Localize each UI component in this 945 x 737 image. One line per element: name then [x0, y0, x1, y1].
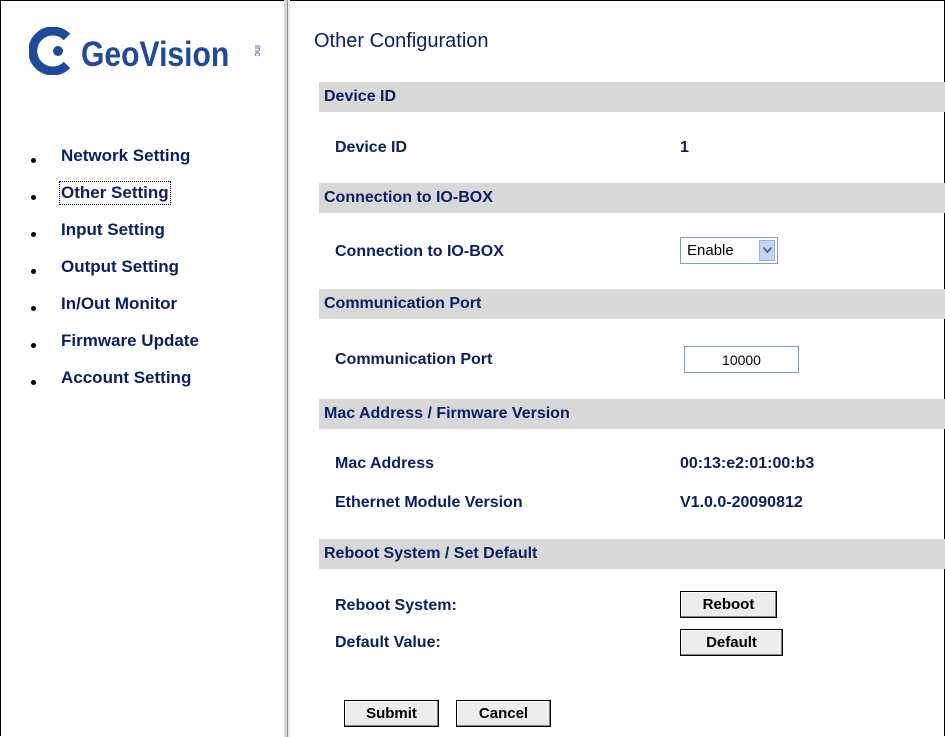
reboot-system-label: Reboot System:: [335, 597, 457, 614]
bullet-icon: [31, 158, 36, 163]
geovision-logo: GeoVision inc: [29, 27, 269, 77]
mac-address-value: 00:13:e2:01:00:b3: [680, 455, 815, 472]
section-title: Device ID: [324, 88, 397, 105]
bullet-icon: [31, 232, 36, 237]
sidebar-item-label[interactable]: Output Setting: [61, 257, 179, 277]
bullet-icon: [31, 269, 36, 274]
submit-button[interactable]: Submit: [344, 700, 439, 727]
io-box-label: Connection to IO-BOX: [335, 243, 504, 260]
sidebar-item-label[interactable]: Other Setting: [59, 181, 171, 205]
default-value-label: Default Value:: [335, 634, 441, 651]
section-title: Communication Port: [324, 295, 482, 312]
sidebar-item-label[interactable]: Network Setting: [61, 146, 190, 166]
reboot-button[interactable]: Reboot: [680, 591, 777, 618]
io-box-select[interactable]: Enable: [680, 237, 778, 264]
sidebar-item-label[interactable]: Account Setting: [61, 368, 191, 388]
sidebar: GeoVision inc Network Setting Other Sett…: [1, 1, 284, 737]
section-title: Mac Address / Firmware Version: [324, 405, 570, 422]
bullet-icon: [31, 380, 36, 385]
sidebar-item-label[interactable]: Firmware Update: [61, 331, 199, 351]
section-header-reboot-default: Reboot System / Set Default: [319, 539, 945, 569]
bullet-icon: [31, 343, 36, 348]
section-title: Reboot System / Set Default: [324, 545, 538, 562]
chevron-down-icon[interactable]: [759, 240, 775, 261]
section-header-device-id: Device ID: [319, 82, 945, 112]
cancel-button[interactable]: Cancel: [456, 700, 551, 727]
device-id-value: 1: [680, 139, 689, 156]
sidebar-item-label[interactable]: In/Out Monitor: [61, 294, 177, 314]
mac-address-label: Mac Address: [335, 455, 434, 472]
io-box-selected-value: Enable: [687, 242, 734, 259]
communication-port-input[interactable]: [684, 346, 799, 373]
bullet-icon: [31, 195, 36, 200]
section-header-io-box: Connection to IO-BOX: [319, 183, 945, 213]
communication-port-label: Communication Port: [335, 351, 493, 368]
default-button[interactable]: Default: [680, 629, 783, 656]
brand-name: GeoVision: [81, 35, 230, 74]
main-content: Other Configuration Device ID Device ID …: [290, 0, 945, 737]
firmware-version-label: Ethernet Module Version: [335, 494, 523, 511]
section-header-communication-port: Communication Port: [319, 289, 945, 319]
brand-suffix: inc: [253, 45, 263, 57]
device-id-label: Device ID: [335, 139, 408, 156]
firmware-version-value: V1.0.0-20090812: [680, 494, 803, 511]
page-title: Other Configuration: [314, 30, 489, 52]
section-header-mac-firmware: Mac Address / Firmware Version: [319, 399, 945, 429]
bullet-icon: [31, 306, 36, 311]
geovision-logo-icon: [29, 27, 71, 75]
section-title: Connection to IO-BOX: [324, 189, 493, 206]
sidebar-item-label[interactable]: Input Setting: [61, 220, 165, 240]
